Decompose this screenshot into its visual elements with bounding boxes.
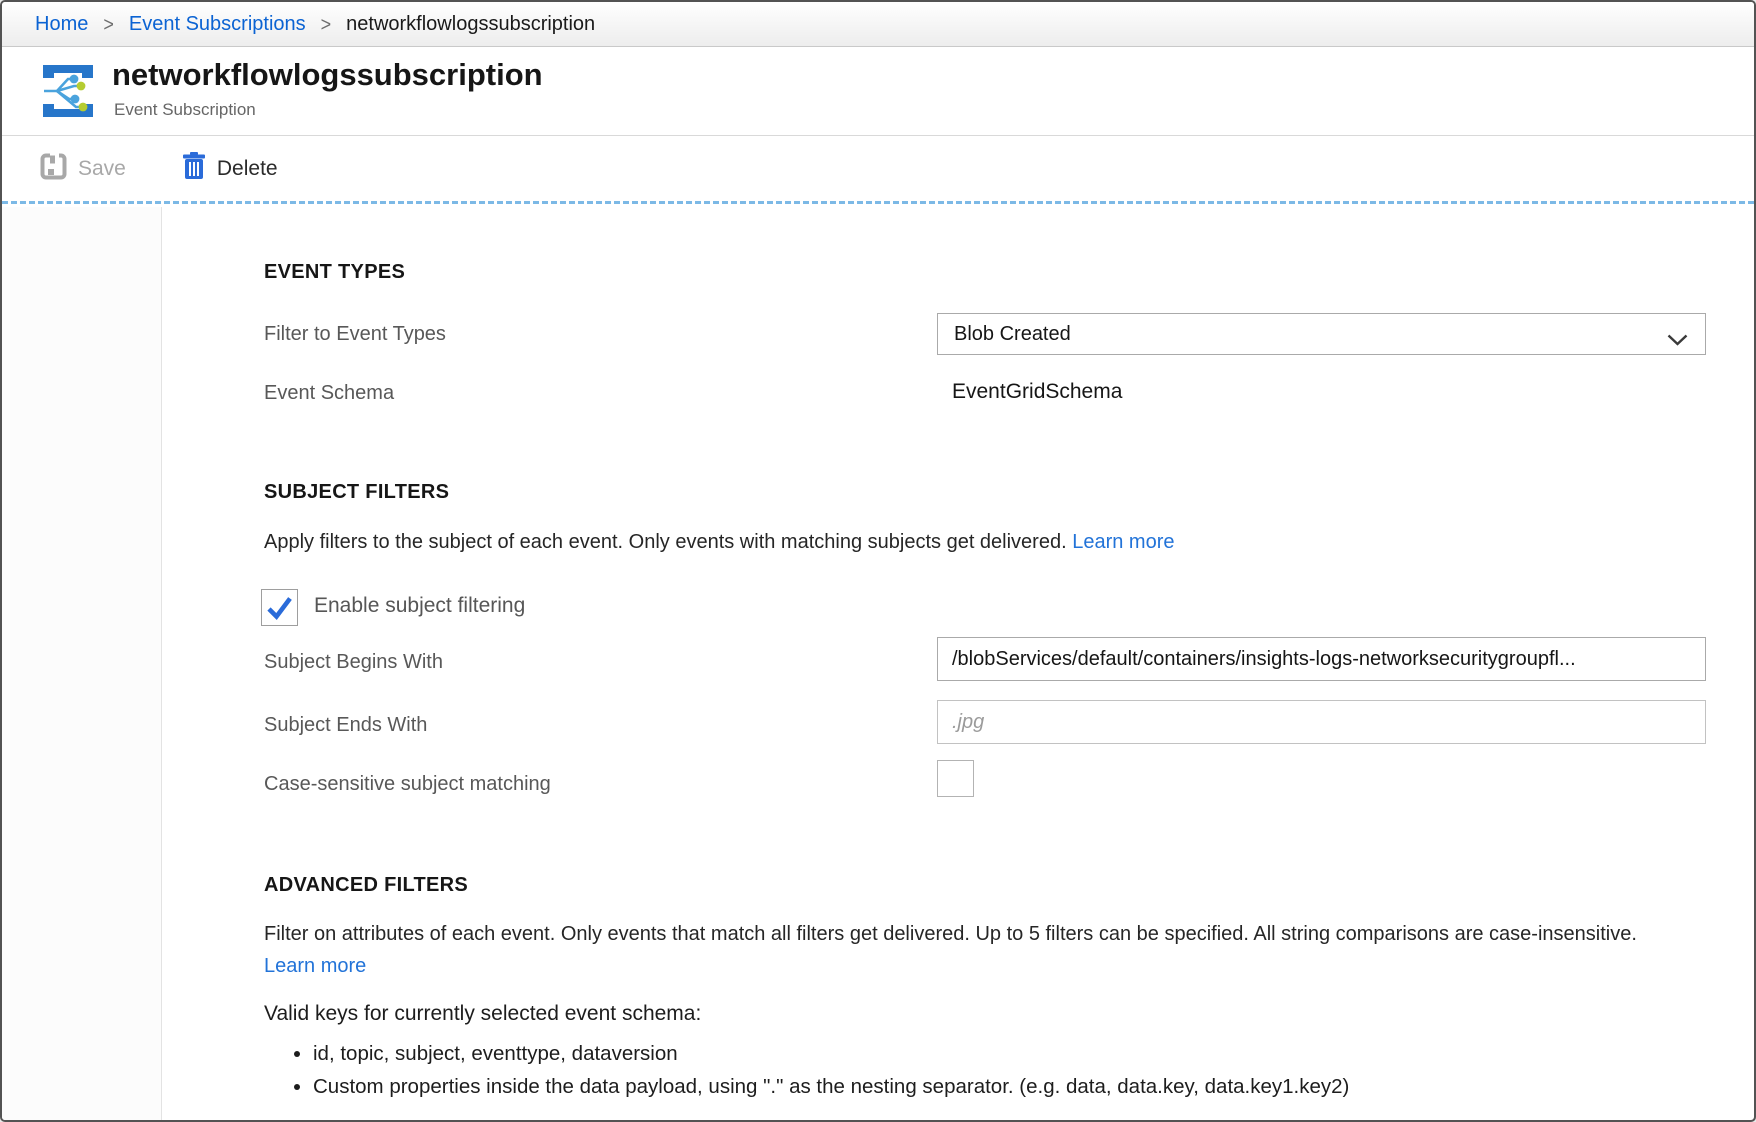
delete-button[interactable]: Delete xyxy=(182,152,278,186)
subject-ends-with-input[interactable] xyxy=(937,700,1706,744)
subject-begins-with-label: Subject Begins With xyxy=(264,651,443,674)
advanced-filters-heading: ADVANCED FILTERS xyxy=(264,874,468,897)
enable-subject-filtering-label: Enable subject filtering xyxy=(314,594,525,618)
breadcrumb: Home > Event Subscriptions > networkflow… xyxy=(2,2,1754,47)
filter-to-event-types-label: Filter to Event Types xyxy=(264,323,446,346)
advanced-filters-description-text: Filter on attributes of each event. Only… xyxy=(264,923,1637,945)
save-button[interactable]: Save xyxy=(40,153,126,186)
page-title: networkflowlogssubscription xyxy=(112,57,543,93)
event-types-dropdown[interactable]: Blob Created xyxy=(937,313,1706,355)
breadcrumb-home[interactable]: Home xyxy=(35,13,88,36)
save-floppy-icon xyxy=(40,153,67,186)
subject-ends-with-label: Subject Ends With xyxy=(264,714,427,737)
case-sensitive-label: Case-sensitive subject matching xyxy=(264,773,551,796)
valid-keys-item: Custom properties inside the data payloa… xyxy=(313,1070,1349,1103)
event-types-heading: EVENT TYPES xyxy=(264,261,405,284)
subject-filters-description-text: Apply filters to the subject of each eve… xyxy=(264,531,1067,553)
subject-filters-description: Apply filters to the subject of each eve… xyxy=(264,531,1175,554)
delete-button-label: Delete xyxy=(217,157,278,181)
left-rail xyxy=(2,207,162,1120)
valid-keys-list: id, topic, subject, eventtype, dataversi… xyxy=(264,1037,1349,1103)
enable-subject-filtering-checkbox[interactable] xyxy=(261,589,298,626)
subject-filters-heading: SUBJECT FILTERS xyxy=(264,481,449,504)
valid-keys-item: id, topic, subject, eventtype, dataversi… xyxy=(313,1037,1349,1070)
valid-keys-heading: Valid keys for currently selected event … xyxy=(264,1002,701,1026)
breadcrumb-event-subscriptions[interactable]: Event Subscriptions xyxy=(129,13,306,36)
trash-icon xyxy=(182,152,206,186)
save-button-label: Save xyxy=(78,157,126,181)
breadcrumb-separator-icon: > xyxy=(103,12,114,36)
page-header: networkflowlogssubscription Event Subscr… xyxy=(2,48,1754,136)
event-schema-label: Event Schema xyxy=(264,382,394,405)
subject-begins-with-input[interactable] xyxy=(937,637,1706,681)
advanced-filters-description: Filter on attributes of each event. Only… xyxy=(264,919,1679,982)
advanced-filters-learn-more-link[interactable]: Learn more xyxy=(264,955,366,977)
event-subscription-icon xyxy=(36,59,100,128)
breadcrumb-separator-icon: > xyxy=(321,12,332,36)
event-schema-value: EventGridSchema xyxy=(952,380,1122,404)
page-subtitle: Event Subscription xyxy=(114,100,256,120)
checkmark-icon xyxy=(262,612,297,629)
command-bar: Save Delete xyxy=(2,137,1754,204)
chevron-down-icon xyxy=(1667,329,1688,352)
breadcrumb-current-page: networkflowlogssubscription xyxy=(346,13,595,36)
event-types-dropdown-value: Blob Created xyxy=(954,323,1071,346)
event-subscription-page: Home > Event Subscriptions > networkflow… xyxy=(0,0,1756,1122)
subject-filters-learn-more-link[interactable]: Learn more xyxy=(1072,531,1174,553)
case-sensitive-checkbox[interactable] xyxy=(937,760,974,797)
